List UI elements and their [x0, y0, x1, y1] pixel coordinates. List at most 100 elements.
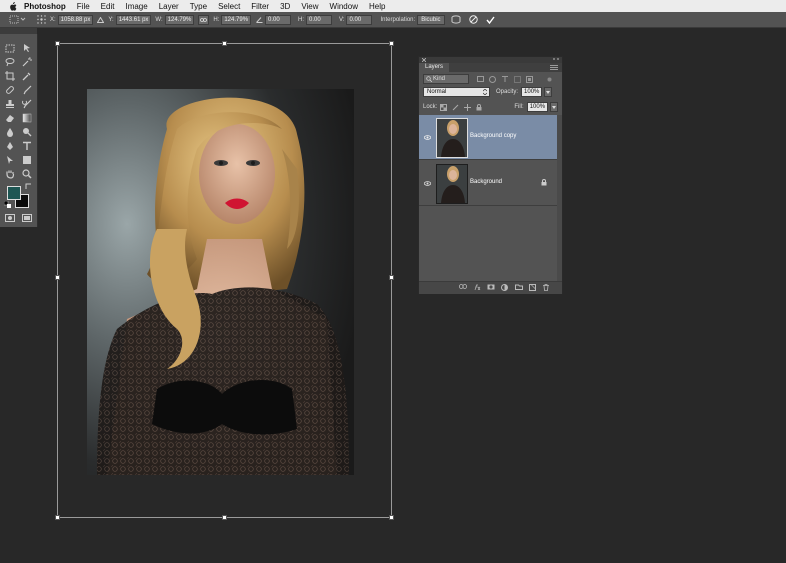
- transform-handle-bottom-left[interactable]: [55, 515, 60, 520]
- filter-toggle-icon[interactable]: [547, 77, 552, 82]
- default-colors-icon[interactable]: [3, 200, 11, 208]
- lock-transparent-icon[interactable]: [440, 103, 448, 111]
- eraser-tool-icon[interactable]: [3, 112, 17, 124]
- cancel-icon[interactable]: [468, 15, 478, 24]
- blend-mode-arrows-icon: [483, 89, 487, 95]
- transform-handle-bottom-right[interactable]: [389, 515, 394, 520]
- link-layers-icon[interactable]: [459, 284, 467, 289]
- clone-stamp-icon[interactable]: [3, 98, 17, 110]
- menu-layer[interactable]: Layer: [159, 2, 179, 11]
- screen-mode-icon[interactable]: [20, 212, 34, 224]
- opacity-field[interactable]: 100%: [521, 87, 543, 97]
- healing-brush-icon[interactable]: [3, 84, 17, 96]
- dodge-tool-icon[interactable]: [20, 126, 34, 138]
- link-icon[interactable]: [198, 14, 210, 25]
- lock-icon[interactable]: [541, 179, 547, 188]
- gradient-tool-icon[interactable]: [20, 112, 34, 124]
- layer-row-background-copy[interactable]: Background copy: [419, 115, 557, 160]
- hand-tool-icon[interactable]: [3, 168, 17, 180]
- pen-tool-icon[interactable]: [3, 140, 17, 152]
- filter-shape-icon[interactable]: [514, 75, 521, 83]
- interpolation-select[interactable]: Bicubic: [417, 14, 445, 25]
- eyedropper-icon[interactable]: [20, 70, 34, 82]
- angle-field[interactable]: 0.00: [265, 14, 292, 25]
- transform-handle-top-right[interactable]: [389, 41, 394, 46]
- fx-icon[interactable]: [473, 284, 481, 290]
- visibility-eye-icon[interactable]: [423, 179, 432, 188]
- add-mask-icon[interactable]: [487, 284, 495, 290]
- rectangle-tool-icon[interactable]: [20, 154, 34, 166]
- opacity-slider-button[interactable]: [544, 87, 553, 97]
- app-menu[interactable]: Photoshop: [24, 2, 66, 11]
- foreground-color-swatch[interactable]: [7, 186, 21, 200]
- menu-select[interactable]: Select: [218, 2, 240, 11]
- transform-handle-bottom[interactable]: [222, 515, 227, 520]
- transform-handle-top[interactable]: [222, 41, 227, 46]
- lock-pixels-icon[interactable]: [452, 104, 459, 111]
- blend-mode-select[interactable]: Normal: [423, 87, 490, 97]
- collapse-panel-icon[interactable]: [553, 58, 559, 62]
- brush-tool-icon[interactable]: [20, 84, 34, 96]
- fill-field[interactable]: 100%: [526, 102, 549, 112]
- checkmark-icon[interactable]: [485, 16, 495, 24]
- x-field[interactable]: 1058.88 px: [57, 14, 94, 25]
- tab-layers[interactable]: Layers: [419, 63, 450, 72]
- menu-filter[interactable]: Filter: [251, 2, 269, 11]
- move-tool-icon[interactable]: [20, 42, 34, 54]
- type-tool-icon[interactable]: [20, 140, 34, 152]
- reference-point-icon[interactable]: [36, 15, 46, 24]
- transform-handle-right[interactable]: [389, 275, 394, 280]
- y-field[interactable]: 1443.61 px: [115, 14, 152, 25]
- new-layer-icon[interactable]: [529, 284, 536, 291]
- blur-tool-icon[interactable]: [3, 126, 17, 138]
- h-skew-field[interactable]: 0.00: [306, 14, 333, 25]
- filter-adjustment-icon[interactable]: [489, 75, 496, 83]
- quick-mask-icon[interactable]: [3, 212, 17, 224]
- menu-view[interactable]: View: [301, 2, 318, 11]
- warp-icon[interactable]: [451, 15, 461, 24]
- transform-handle-top-left[interactable]: [55, 41, 60, 46]
- filter-type-icon[interactable]: [502, 76, 508, 82]
- crop-tool-icon[interactable]: [3, 70, 17, 82]
- filter-smart-object-icon[interactable]: [526, 75, 533, 83]
- magic-wand-icon[interactable]: [20, 56, 34, 68]
- marquee-tool-icon[interactable]: [3, 42, 17, 54]
- height-field[interactable]: 124.79%: [221, 14, 252, 25]
- apple-icon[interactable]: [8, 1, 18, 11]
- delta-icon[interactable]: [97, 16, 105, 23]
- menu-type[interactable]: Type: [190, 2, 207, 11]
- layer-name: Background: [470, 179, 503, 185]
- transform-tool-icon[interactable]: [8, 15, 28, 24]
- menu-edit[interactable]: Edit: [101, 2, 115, 11]
- v-skew-label: V:: [339, 16, 345, 23]
- history-brush-icon[interactable]: [20, 98, 34, 110]
- lock-all-icon[interactable]: [476, 103, 482, 111]
- transform-handle-left[interactable]: [55, 275, 60, 280]
- lock-position-icon[interactable]: [464, 103, 472, 111]
- v-skew-field[interactable]: 0.00: [346, 14, 373, 25]
- filter-kind-select[interactable]: Kind: [423, 74, 469, 84]
- panel-menu-icon[interactable]: [550, 65, 558, 70]
- menu-help[interactable]: Help: [369, 2, 385, 11]
- trash-icon[interactable]: [543, 284, 549, 291]
- lasso-tool-icon[interactable]: [3, 56, 17, 68]
- visibility-eye-icon[interactable]: [423, 133, 432, 142]
- layer-row-background[interactable]: Background: [419, 161, 557, 206]
- zoom-tool-icon[interactable]: [20, 168, 34, 180]
- menu-3d[interactable]: 3D: [280, 2, 290, 11]
- fill-slider-button[interactable]: [550, 102, 559, 112]
- close-panel-icon[interactable]: [422, 58, 426, 62]
- filter-row: Kind: [419, 74, 562, 84]
- layers-scrollbar[interactable]: [557, 115, 562, 281]
- swap-colors-icon[interactable]: [24, 182, 32, 190]
- path-selection-icon[interactable]: [3, 154, 17, 166]
- menu-image[interactable]: Image: [125, 2, 147, 11]
- document-image: [87, 89, 354, 475]
- menu-file[interactable]: File: [77, 2, 90, 11]
- adjustment-layer-icon[interactable]: [501, 284, 508, 291]
- filter-pixel-icon[interactable]: [477, 76, 484, 82]
- layers-panel-footer: [419, 281, 562, 294]
- menu-window[interactable]: Window: [330, 2, 358, 11]
- width-field[interactable]: 124.79%: [164, 14, 195, 25]
- new-group-icon[interactable]: [515, 284, 523, 290]
